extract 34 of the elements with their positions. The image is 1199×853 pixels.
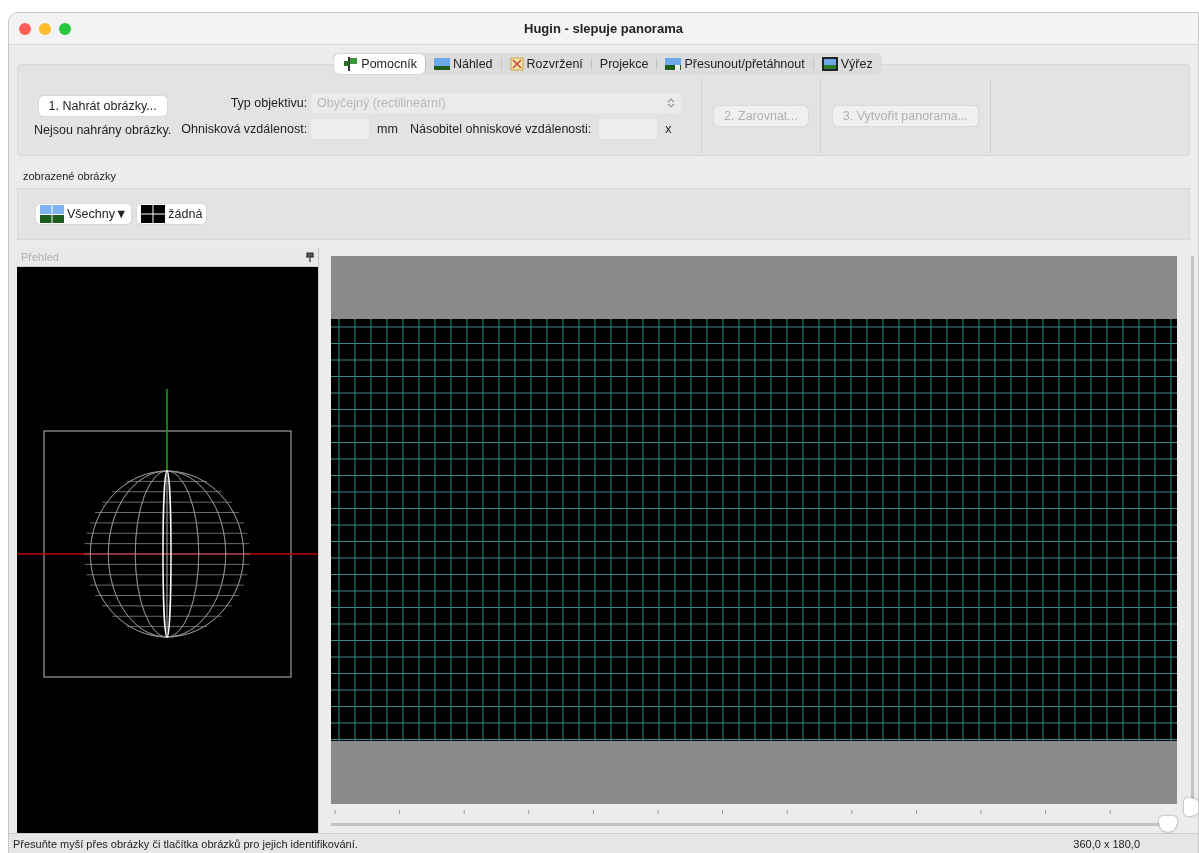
close-button[interactable]: [19, 22, 31, 35]
section-label: zobrazené obrázky: [23, 170, 116, 182]
focal-length-label: Ohnisková vzdálenost:: [181, 122, 308, 136]
slider-thumb[interactable]: [1184, 798, 1198, 816]
landscape-move-icon: [665, 57, 682, 71]
landscape-icon: [40, 205, 64, 223]
slider-thumb[interactable]: [1159, 816, 1177, 832]
zoom-button[interactable]: [59, 22, 71, 35]
lens-type-label: Typ objektivu:: [229, 96, 308, 110]
panel-title: Přehled: [21, 251, 59, 263]
layout-icon: [509, 57, 524, 71]
show-all-button[interactable]: Všechny▼: [36, 204, 132, 224]
unit-label: x: [665, 122, 672, 136]
tab[interactable]: Projekce: [591, 54, 657, 74]
tab[interactable]: Náhled: [425, 54, 501, 74]
crop-factor-label: Násobitel ohniskové vzdálenosti:: [409, 122, 592, 136]
landscape-icon: [433, 57, 450, 71]
unit-label: mm: [377, 122, 398, 136]
status-message: Přesuňte myší přes obrázky či tlačítka obrázků pro jejich identifikování.: [13, 838, 358, 850]
show-none-button[interactable]: žádná: [137, 204, 207, 224]
tab[interactable]: Pomocník: [334, 54, 425, 74]
stepper-arrows-icon: [667, 97, 676, 109]
minimize-button[interactable]: [39, 22, 51, 35]
pin-icon[interactable]: [306, 252, 314, 262]
load-images-button[interactable]: 1. Nahrát obrázky...: [38, 95, 167, 116]
tab[interactable]: Rozvržení: [501, 54, 591, 74]
tab[interactable]: Přesunout/přetáhnout: [657, 54, 813, 74]
flag-icon: [342, 57, 359, 71]
framed-landscape-icon: [821, 57, 838, 71]
window-title: Hugin - slepuje panorama: [524, 21, 683, 36]
tab[interactable]: Výřez: [813, 54, 881, 74]
grid-squares-icon: [141, 205, 166, 223]
status-text: Nejsou nahrány obrázky.: [34, 122, 172, 137]
size-readout: 360,0 x 180,0: [1073, 838, 1140, 850]
